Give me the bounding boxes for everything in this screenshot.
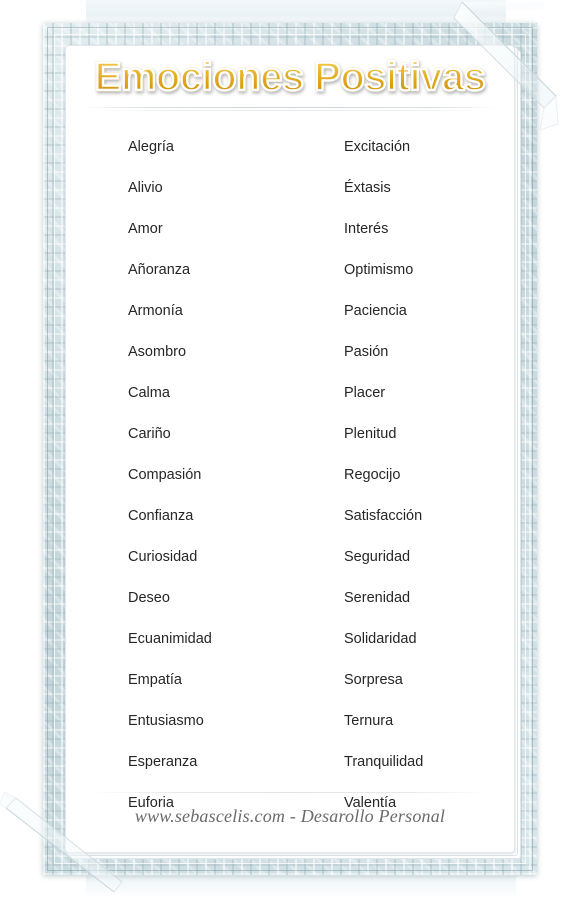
list-item: Calma [128,385,170,402]
emotions-column-left: Alegría Alivio Amor Añoranza Armonía Aso… [66,127,290,824]
list-item: Asombro [128,344,187,361]
list-item: Empatía [128,672,182,689]
list-item: Optimismo [344,262,414,279]
list-item: Curiosidad [128,549,198,566]
list-item: Tranquilidad [344,754,424,771]
list-item: Alegría [128,139,174,156]
list-item: Paciencia [344,303,407,320]
list-item: Interés [344,221,389,238]
list-item: Solidaridad [344,631,417,648]
list-item: Esperanza [128,754,198,771]
poster-page: Emociones Positivas Alegría Alivio Amor … [0,0,580,903]
list-item: Deseo [128,590,170,607]
list-item: Seguridad [344,549,411,566]
emotions-columns: Alegría Alivio Amor Añoranza Armonía Aso… [66,111,514,824]
background-wash-bottom [86,876,516,898]
emotions-column-right: Excitación Éxtasis Interés Optimismo Pac… [290,127,514,824]
list-item: Sorpresa [344,672,403,689]
page-title: Emociones Positivas [93,54,487,99]
content-card: Emociones Positivas Alegría Alivio Amor … [65,45,515,853]
list-item: Excitación [344,139,411,156]
list-item: Satisfacción [344,508,423,525]
list-item: Entusiasmo [128,713,204,730]
list-item: Amor [128,221,163,238]
list-item: Regocijo [344,467,401,484]
list-item: Armonía [128,303,183,320]
list-item: Ecuanimidad [128,631,212,648]
list-item: Alivio [128,180,163,197]
list-item: Confianza [128,508,194,525]
list-item: Compasión [128,467,202,484]
list-item: Pasión [344,344,389,361]
list-item: Éxtasis [344,180,391,197]
list-item: Plenitud [344,426,397,443]
footer-credit: www.sebascelis.com - Desarollo Personal [134,806,446,826]
title-container: Emociones Positivas [66,46,514,99]
footer: www.sebascelis.com - Desarollo Personal [66,792,514,852]
title-divider [84,107,496,109]
ornamental-frame: Emociones Positivas Alegría Alivio Amor … [43,23,537,875]
list-item: Cariño [128,426,171,443]
list-item: Ternura [344,713,394,730]
list-item: Placer [344,385,386,402]
list-item: Añoranza [128,262,191,279]
list-item: Serenidad [344,590,411,607]
